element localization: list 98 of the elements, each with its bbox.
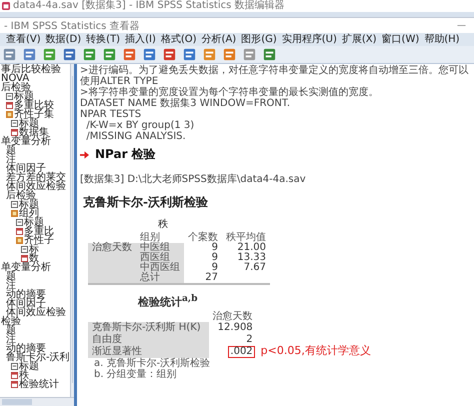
arrow-icon xyxy=(80,150,89,158)
table-cell: .002 xyxy=(228,346,255,358)
menu-item[interactable]: 分析(A) xyxy=(202,34,236,46)
row-header: 西医组 xyxy=(136,253,184,263)
tree-item[interactable]: 差方差的莱交 xyxy=(6,173,66,182)
tree-item[interactable]: 题 xyxy=(6,146,16,155)
tree-item[interactable]: 检验统计 xyxy=(19,380,59,389)
tree-item[interactable]: 多重比较 xyxy=(14,101,54,110)
tree-item[interactable]: 数据集 xyxy=(19,128,49,137)
row-header: 渐近显著性 xyxy=(88,346,209,358)
table-cell: 27 xyxy=(184,273,222,284)
table-icon xyxy=(21,255,28,262)
column-header: 个案数 xyxy=(184,233,222,243)
menu-item[interactable]: 窗口(W) xyxy=(382,34,420,46)
table-icon xyxy=(11,372,18,379)
tree-item[interactable]: 体间因子 xyxy=(6,164,46,173)
test-title: 克鲁斯卡尔-沃利斯检验 xyxy=(83,194,209,211)
tree-item[interactable]: 体间效应检验 xyxy=(6,182,66,191)
window-title: data4-4a.sav [数据集3] - IBM SPSS Statistics 数据编辑器 xyxy=(13,0,284,12)
tree-item[interactable]: NOVA xyxy=(1,74,30,83)
tree-item[interactable]: 后检验 xyxy=(1,83,31,92)
book-icon xyxy=(11,210,18,217)
minimize-button[interactable]: — xyxy=(453,20,470,30)
menu-item[interactable]: 格式(O) xyxy=(160,34,197,46)
section-heading: NPar 检验 xyxy=(95,146,156,163)
table-icon xyxy=(16,228,23,235)
tree-item[interactable]: 标 xyxy=(29,245,39,254)
syntax-line: DATASET NAME 数据集3 WINDOW=FRONT. xyxy=(80,98,292,109)
row-header: 中西医组 xyxy=(136,263,184,273)
tree-item[interactable]: 注 xyxy=(6,155,16,164)
table-cell-text: 2 xyxy=(245,334,254,346)
tree-item[interactable]: 题 xyxy=(6,326,16,335)
page-icon xyxy=(11,363,18,370)
tree-item[interactable]: 动的摘要 xyxy=(6,344,46,353)
tree-item[interactable]: 数 xyxy=(29,254,39,263)
table-title: 检验统计$^{a,b}$ xyxy=(138,293,199,310)
page-icon xyxy=(6,93,13,100)
syntax-line: /MISSING ANALYSIS. xyxy=(85,131,187,142)
table-cell-text: 12.908 xyxy=(216,322,254,334)
footnote: b. 分组变量：组别 xyxy=(94,368,178,380)
tree-item[interactable]: 齐性子 xyxy=(24,236,54,245)
table-icon xyxy=(11,129,18,136)
scrollbar[interactable] xyxy=(70,64,74,397)
menu-item[interactable]: 图形(G) xyxy=(241,34,277,46)
tree-item[interactable]: 题 xyxy=(6,272,16,281)
menu-item[interactable]: 扩展(X) xyxy=(342,34,377,46)
tree-item[interactable]: 后检验 xyxy=(6,191,36,200)
window-title: - IBM SPSS Statistics 查看器 xyxy=(4,20,140,32)
menu-item[interactable]: 转换(T) xyxy=(86,34,120,46)
tree-item[interactable]: 鲁斯卡尔-沃利 xyxy=(6,353,70,362)
tree-item[interactable]: 事后比较检验 xyxy=(1,65,61,74)
tree-item[interactable]: 动的摘要 xyxy=(6,290,46,299)
tree-item[interactable]: 多重比 xyxy=(24,227,54,236)
row-header: 总计 xyxy=(136,273,184,284)
menu-item[interactable]: 插入(I) xyxy=(125,34,156,46)
page-icon xyxy=(16,219,23,226)
tree-item[interactable]: 注 xyxy=(6,335,16,344)
row-header: 自由度 xyxy=(88,334,209,346)
tree-item[interactable]: 检验 xyxy=(1,317,21,326)
tree-item[interactable]: 体间效应检验 xyxy=(6,308,66,317)
book-icon xyxy=(6,111,13,118)
page-icon xyxy=(11,120,18,127)
tree-item[interactable]: 标题 xyxy=(14,92,34,101)
syntax-line: >将字符串变量的宽度设置为每个字符串变量的最长实测值的宽度。 xyxy=(80,87,380,98)
tree-item[interactable]: 秩 xyxy=(19,371,29,380)
tree-item[interactable]: 标题 xyxy=(19,119,39,128)
table-title: 秩 xyxy=(157,218,169,231)
menu-item[interactable]: 帮助(H) xyxy=(424,34,460,46)
book-icon xyxy=(16,237,23,244)
dataset-path: [数据集3] D:\北大老师SPSS数据库\data4-4a.sav xyxy=(80,172,307,186)
column-header: 治愈天数 xyxy=(212,312,254,322)
column-header: 组别 xyxy=(136,233,184,243)
row-header: 治愈天数 xyxy=(88,243,136,284)
row-header: 中医组 xyxy=(136,243,184,253)
tree-item[interactable]: 标题 xyxy=(19,200,39,209)
syntax-line: >进行编码。为了避免丢失数据，对任意字符串变量定义的宽度将自动增至三倍。您可以使用ALTER TYPE xyxy=(80,65,470,87)
tree-item[interactable]: 标题 xyxy=(19,362,39,371)
page-icon xyxy=(21,246,28,253)
tree-item[interactable]: 体间因子 xyxy=(6,299,46,308)
menu-item[interactable]: 查看(V) xyxy=(6,34,41,46)
footnote: a. 克鲁斯卡尔-沃利斯检验 xyxy=(94,358,212,369)
menu-item[interactable]: 实用程序(U) xyxy=(282,34,337,46)
tree-item[interactable]: 单变量分析 xyxy=(1,263,51,272)
column-header: 秩平均值 xyxy=(225,233,267,243)
table-icon xyxy=(6,102,13,109)
row-header: 克鲁斯卡尔-沃利斯 H(K) xyxy=(88,322,209,334)
table-icon xyxy=(11,381,18,388)
syntax-line: NPAR TESTS xyxy=(80,109,142,120)
tree-item[interactable]: 单变量分析 xyxy=(1,137,51,146)
page-icon xyxy=(11,201,18,208)
tree-item[interactable]: 标题 xyxy=(24,218,44,227)
tree-item[interactable]: 组列 xyxy=(19,209,39,218)
tree-item[interactable]: 注 xyxy=(6,281,16,290)
menu-item[interactable]: 数据(D) xyxy=(46,34,82,46)
scrollbar[interactable] xyxy=(0,397,74,406)
syntax-line: /K-W=x BY group(1 3) xyxy=(85,120,196,131)
tree-item[interactable]: 齐性子集 xyxy=(14,110,54,119)
annotation: p<0.05,有统计学意义 xyxy=(260,344,371,358)
